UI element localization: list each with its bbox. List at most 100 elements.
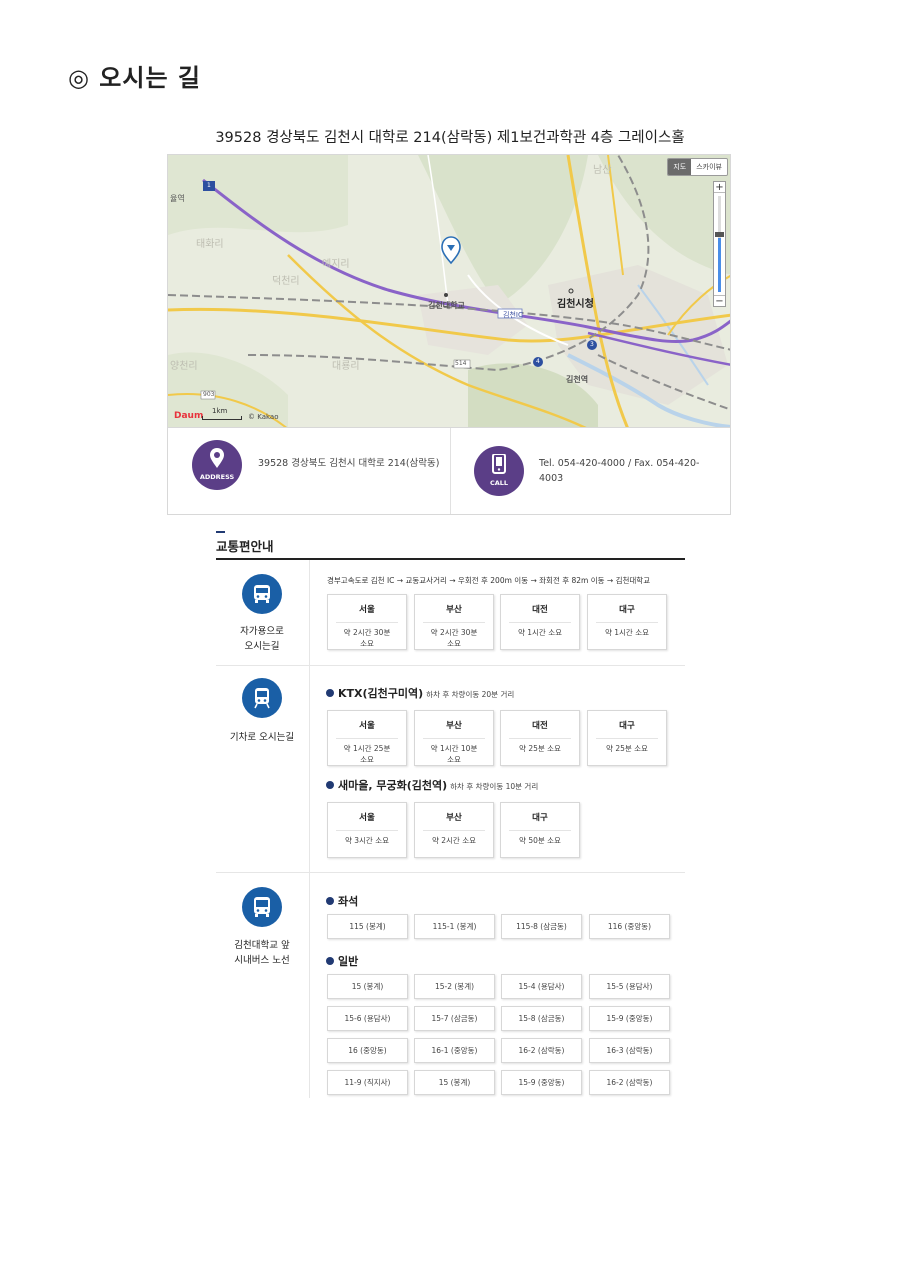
train-icon (254, 688, 270, 709)
column-divider-train (309, 666, 310, 872)
train-badge (242, 678, 282, 718)
zoom-level-fill (718, 238, 721, 292)
map-label-station: 김천역 (566, 375, 589, 384)
zoom-in-button[interactable]: + (714, 182, 725, 193)
local-train-note: 하차 후 차량이동 10분 거리 (450, 782, 539, 791)
car-card-daejeon: 대전 약 1시간 소요 (500, 594, 580, 650)
card-city: 부산 (423, 719, 485, 739)
zoom-control[interactable]: + − (713, 181, 726, 307)
bus-route: 15-9 (중앙동) (501, 1070, 582, 1095)
car-badge (242, 574, 282, 614)
local-train-title: 새마을, 무궁화(김천역) 하차 후 차량이동 10분 거리 (326, 777, 538, 793)
zoom-out-button[interactable]: − (714, 295, 725, 307)
row-divider-1 (216, 665, 685, 666)
bus-route: 116 (중앙동) (589, 914, 670, 939)
map-label-faint2: 덕천리 (272, 276, 300, 287)
map-scale: 1km (202, 407, 242, 420)
car-card-busan: 부산 약 2시간 30분 소요 (414, 594, 494, 650)
bus-route: 115-8 (삼금동) (501, 914, 582, 939)
map-copyright: © Kakao (248, 413, 279, 421)
contact-phone-line1: Tel. 054-420-4000 / Fax. 054-420- (539, 458, 700, 469)
bus-route: 15 (봉계) (327, 974, 408, 999)
local-card-busan: 부산 약 2시간 소요 (414, 802, 494, 858)
map-route-3: 3 (590, 341, 594, 348)
local-card-daegu: 대구 약 50분 소요 (500, 802, 580, 858)
map-type-toggle[interactable]: 지도 스카이뷰 (667, 158, 728, 176)
bullet-icon (326, 897, 334, 905)
map-label-faint4: 대룡리 (332, 361, 360, 372)
bus-route: 15-4 (용담사) (501, 974, 582, 999)
card-duration: 약 25분 소요 (606, 744, 648, 753)
phone-icon (492, 454, 506, 474)
contact-phone-line2: 4003 (539, 473, 564, 484)
bus-route: 15-8 (삼금동) (501, 1006, 582, 1031)
skyview-button[interactable]: 스카이뷰 (691, 159, 727, 175)
map-scale-bar (202, 416, 242, 420)
location-pin-icon (210, 448, 224, 468)
card-duration: 약 2시간 30분 소요 (343, 628, 391, 648)
card-city: 대구 (596, 719, 658, 739)
contact-divider (450, 428, 451, 514)
card-duration: 약 3시간 소요 (344, 836, 390, 845)
card-duration: 약 1시간 소요 (604, 628, 650, 637)
bus-route: 11-9 (직지사) (327, 1070, 408, 1095)
address-badge: ADDRESS (192, 440, 242, 490)
location-marker-icon (441, 236, 461, 265)
map-logo: Daum (174, 411, 204, 421)
card-duration: 약 1시간 소요 (517, 628, 563, 637)
car-card-seoul: 서울 약 2시간 30분 소요 (327, 594, 407, 650)
bullet-icon (326, 957, 334, 965)
card-city: 부산 (423, 603, 485, 623)
map-scale-label: 1km (212, 407, 228, 415)
bus-route: 115-1 (봉계) (414, 914, 495, 939)
call-badge-label: CALL (489, 479, 509, 487)
contact-address: 39528 경상북도 김천시 대학로 214(삼락동) (258, 458, 440, 469)
map-label-ic: 김천IC (503, 311, 523, 319)
bus-route: 15-5 (용담사) (589, 974, 670, 999)
map-route-4: 4 (536, 358, 540, 365)
map-view-button[interactable]: 지도 (668, 159, 692, 175)
contact-band: ADDRESS 39528 경상북도 김천시 대학로 214(삼락동) CALL… (167, 428, 731, 515)
zoom-handle[interactable] (715, 232, 724, 237)
bus-route: 15-2 (봉계) (414, 974, 495, 999)
column-divider-bus (309, 873, 310, 1098)
map-label-faint3: 예지리 (322, 259, 350, 270)
car-card-daegu: 대구 약 1시간 소요 (587, 594, 667, 650)
car-section-label: 자가용으로 오시는길 (215, 624, 309, 654)
map-label-left-station: 율역 (170, 194, 185, 203)
bus-route: 16-2 (삼락동) (589, 1070, 670, 1095)
bus-badge (242, 887, 282, 927)
map-route-903: 903 (203, 391, 215, 398)
bus-icon (254, 897, 270, 917)
ktx-note: 하차 후 차량이동 20분 거리 (426, 690, 515, 699)
card-city: 부산 (423, 811, 485, 831)
page-title: ◎ 오시는 길 (68, 64, 201, 92)
call-badge: CALL (474, 446, 524, 496)
contact-phone: Tel. 054-420-4000 / Fax. 054-420- 4003 (539, 456, 699, 486)
card-duration: 약 25분 소요 (519, 744, 561, 753)
card-city: 대전 (509, 603, 571, 623)
bullet-icon (326, 689, 334, 697)
address-line: 39528 경상북도 김천시 대학로 214(삼락동) 제1보건과학관 4층 그… (215, 130, 685, 146)
ktx-card-daejeon: 대전 약 25분 소요 (500, 710, 580, 766)
car-label-line2: 오시는길 (244, 641, 280, 652)
map-route-1: 1 (207, 182, 211, 189)
map-canvas (168, 155, 730, 427)
ktx-title: KTX(김천구미역) 하차 후 차량이동 20분 거리 (326, 685, 514, 701)
card-duration: 약 50분 소요 (519, 836, 561, 845)
seat-bus-title: 좌석 (326, 893, 358, 909)
bus-section-label: 김천대학교 앞 시내버스 노선 (215, 938, 309, 968)
car-label-line1: 자가용으로 (240, 626, 284, 637)
bullet-icon (326, 781, 334, 789)
transport-title-rule (216, 558, 685, 560)
bus-route: 16-2 (삼락동) (501, 1038, 582, 1063)
card-city: 서울 (336, 603, 398, 623)
card-city: 대전 (509, 719, 571, 739)
bus-route: 15-9 (중앙동) (589, 1006, 670, 1031)
map[interactable]: 김천시청 김천대학교 김천역 율역 김천IC 태화리 덕천리 예지리 대룡리 양… (167, 154, 731, 428)
card-city: 서울 (336, 811, 398, 831)
column-divider-car (309, 560, 310, 665)
bus-label-line2: 시내버스 노선 (234, 955, 290, 966)
bus-route: 16 (중앙동) (327, 1038, 408, 1063)
map-label-faint5: 양천리 (170, 361, 198, 372)
